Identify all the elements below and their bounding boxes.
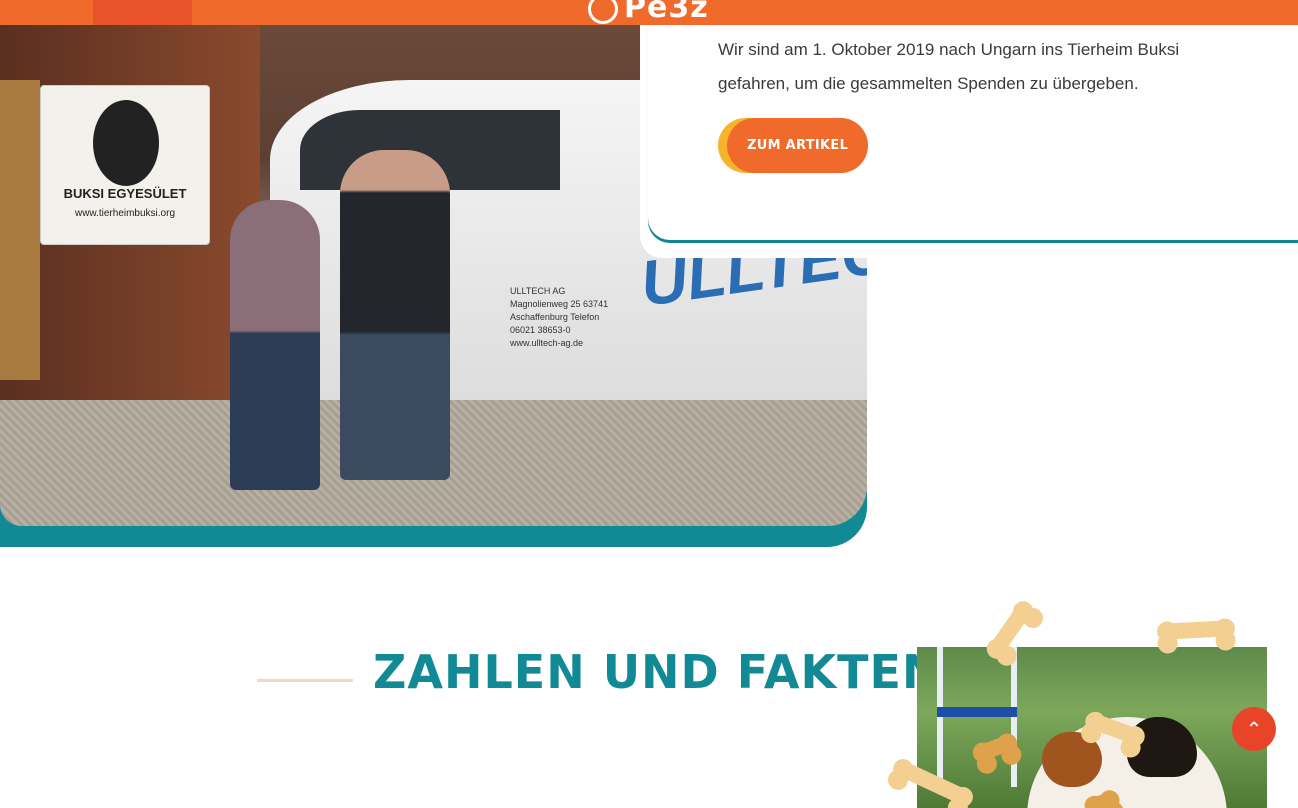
site-logo[interactable]: Pe3z xyxy=(588,0,709,25)
heading-divider-left xyxy=(257,679,353,682)
garden-chair-seat xyxy=(937,707,1017,717)
bone-icon xyxy=(1164,620,1228,640)
shelter-sign: BUKSI EGYESÜLET www.tierheimbuksi.org xyxy=(40,85,210,245)
top-navigation: Pe3z xyxy=(0,0,1298,25)
nav-active-tab[interactable] xyxy=(93,0,192,25)
paw-logo-icon xyxy=(588,0,618,24)
dog-logo-icon xyxy=(93,100,159,186)
van-company-text: ULLTECH AG Magnolienweg 25 63741 Aschaff… xyxy=(510,286,609,348)
person-left xyxy=(230,200,320,490)
person-right xyxy=(340,150,450,480)
article-excerpt: Wir sind am 1. Oktober 2019 nach Ungarn … xyxy=(718,40,1180,93)
shelter-window xyxy=(0,80,40,380)
garden-chair xyxy=(937,647,1017,787)
chevron-up-icon: ⌃ xyxy=(1245,717,1263,741)
read-article-button[interactable]: ZUM ARTIKEL xyxy=(727,118,868,173)
logo-text: Pe3z xyxy=(624,0,709,25)
scroll-to-top-button[interactable]: ⌃ xyxy=(1232,707,1276,751)
sign-url: www.tierheimbuksi.org xyxy=(74,208,176,219)
sign-text: BUKSI EGYESÜLET xyxy=(63,186,187,201)
bone-icon xyxy=(1089,792,1115,808)
section-title: ZAHLEN UND FAKTEN xyxy=(373,645,942,699)
dog-patch xyxy=(1042,732,1102,787)
